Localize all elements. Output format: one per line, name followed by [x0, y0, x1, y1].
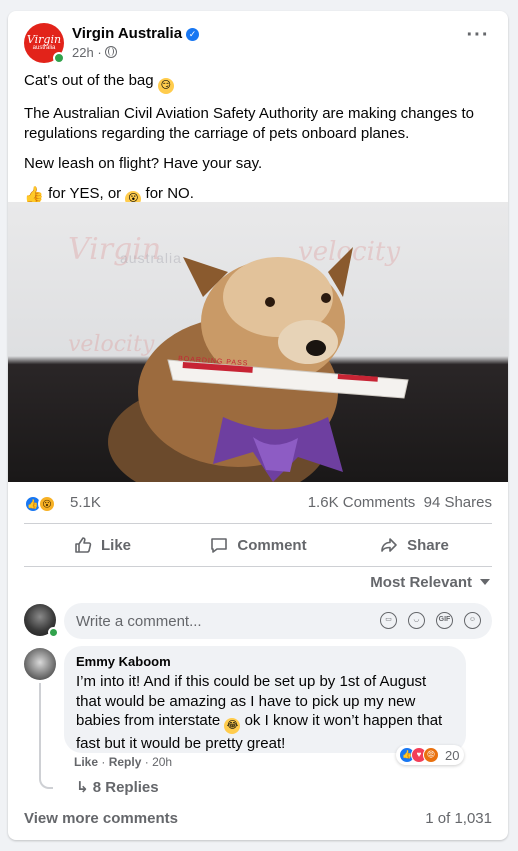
vote-yes-text: for YES, or — [48, 185, 122, 202]
share-arrow-icon — [381, 538, 397, 552]
replies-label: 8 Replies — [92, 779, 159, 796]
laughing-emoji-icon: 😂 — [224, 718, 241, 734]
post-meta: 22h · — [72, 45, 118, 60]
more-options-button[interactable]: ··· — [466, 25, 490, 49]
meta-separator: · — [144, 755, 149, 769]
post-photo[interactable]: Virgin velocity velocity australia BOARD… — [8, 202, 508, 482]
angry-reaction-icon: 😡 — [423, 747, 439, 763]
comment-bubble: Emmy Kaboom I’m into it! And if this cou… — [64, 646, 466, 753]
sticker-icon[interactable]: ▭ — [380, 612, 397, 629]
comment-reaction-icons: 👍 ♥ 😡 — [399, 747, 441, 763]
commenter-avatar[interactable] — [24, 648, 56, 680]
comment-sort-dropdown[interactable]: Most Relevant — [370, 574, 490, 591]
comment-text: I’m into it! And if this could be set up… — [76, 672, 454, 754]
post-card: Virgin australia Virgin Australia ✓ 22h ·… — [8, 11, 508, 840]
reactions-summary: 👍 😮 5.1K 1.6K Comments 94 Shares — [24, 491, 492, 517]
view-replies-button[interactable]: ↳ 8 Replies — [76, 778, 159, 796]
page-name-row: Virgin Australia ✓ — [72, 25, 200, 42]
shares-count[interactable]: 94 Shares — [424, 494, 492, 511]
view-more-comments-link[interactable]: View more comments — [24, 810, 178, 827]
reaction-count[interactable]: 5.1K — [70, 494, 101, 511]
globe-icon — [105, 46, 118, 58]
thumbs-up-icon — [75, 537, 92, 553]
comment-time[interactable]: 20h — [152, 755, 172, 769]
emoji-icon[interactable]: ◡ — [408, 612, 425, 629]
post-text-line: Cat's out of the bag 😏 — [24, 71, 494, 94]
reply-thread-line — [39, 683, 53, 789]
post-text-body: The Australian Civil Aviation Safety Aut… — [24, 105, 474, 142]
comments-position-count: 1 of 1,031 — [425, 810, 492, 827]
verified-badge-icon: ✓ — [186, 28, 200, 41]
share-button[interactable]: Share — [336, 527, 492, 563]
post-time[interactable]: 22h — [72, 45, 94, 60]
meta-separator: · — [101, 755, 106, 769]
comment-button[interactable]: Comment — [180, 527, 336, 563]
reaction-icons[interactable]: 👍 😮 — [24, 495, 64, 513]
engagement-stats: 1.6K Comments 94 Shares — [308, 494, 492, 511]
comments-count[interactable]: 1.6K Comments — [308, 494, 416, 511]
post-actions: Like Comment Share — [24, 527, 492, 563]
avatar-logo-subtext: australia — [32, 45, 56, 51]
comment-author[interactable]: Emmy Kaboom — [76, 654, 454, 669]
avatar-logo-text: Virgin — [26, 33, 62, 46]
reply-arrow-icon: ↳ — [76, 779, 89, 796]
online-status-dot — [48, 627, 59, 638]
like-button[interactable]: Like — [24, 527, 180, 563]
divider — [24, 523, 492, 524]
meta-separator: · — [97, 45, 102, 60]
comment-icon — [211, 538, 228, 553]
comment-meta: Like · Reply · 20h — [74, 755, 172, 769]
comment-reactions[interactable]: 👍 ♥ 😡 20 — [396, 745, 465, 765]
share-label: Share — [407, 536, 449, 554]
post-text-headline: Cat's out of the bag — [24, 72, 154, 89]
post-text-question: New leash on flight? Have your say. — [24, 155, 263, 172]
wow-reaction-icon: 😮 — [38, 495, 56, 513]
vote-no-text: for NO. — [145, 185, 194, 202]
gif-icon[interactable]: GIF — [436, 612, 453, 629]
comment-label: Comment — [237, 536, 307, 554]
online-status-dot — [53, 52, 65, 64]
divider — [24, 566, 492, 567]
comment-reply-button[interactable]: Reply — [109, 755, 142, 769]
dog-illustration — [108, 247, 409, 482]
avatar-sticker-icon[interactable]: ☺ — [464, 612, 481, 629]
post-text: Cat's out of the bag 😏 The Australian Ci… — [24, 71, 494, 217]
comment-like-button[interactable]: Like — [74, 755, 98, 769]
like-label: Like — [100, 536, 131, 554]
caret-down-icon — [480, 579, 490, 585]
comment-input-tools: ▭ ◡ GIF ☺ — [380, 612, 481, 630]
post-header: Virgin australia Virgin Australia ✓ 22h ·… — [24, 23, 496, 64]
sort-label: Most Relevant — [370, 574, 472, 591]
smirk-emoji-icon: 😏 — [157, 78, 174, 94]
comment-reaction-count: 20 — [445, 747, 460, 763]
page-name-link[interactable]: Virgin Australia — [72, 25, 182, 42]
